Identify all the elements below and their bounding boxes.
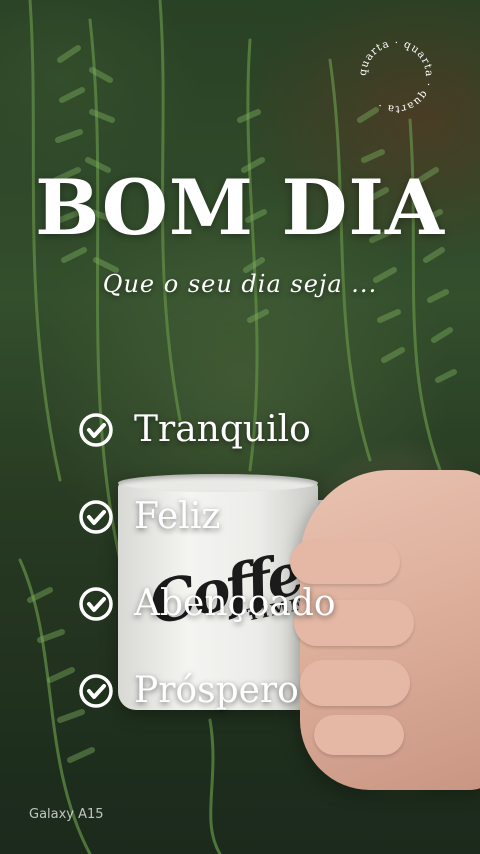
list-item: Próspero	[78, 647, 336, 734]
check-circle-icon	[79, 412, 113, 447]
list-item-label: Feliz	[134, 496, 221, 537]
list-item: Abençoado	[78, 560, 336, 647]
svg-text:quarta · quarta · quarta ·: quarta · quarta · quarta ·	[357, 37, 435, 115]
list-item-label: Próspero	[134, 670, 299, 711]
check-circle-icon	[79, 673, 113, 708]
page-title: BOM DIA	[35, 163, 445, 252]
photo-background: Coffee TIME quarta · quarta · quarta · B…	[0, 0, 480, 854]
subtitle: Que o seu dia seja ...	[102, 270, 378, 298]
wish-list: Tranquilo Feliz Abençoado Próspero	[78, 386, 336, 734]
list-item-label: Abençoado	[134, 583, 336, 624]
check-circle-icon	[79, 499, 113, 534]
list-item: Feliz	[78, 473, 336, 560]
check-circle-icon	[79, 586, 113, 621]
list-item: Tranquilo	[78, 386, 336, 473]
list-item-label: Tranquilo	[134, 409, 311, 450]
weekday-stamp: quarta · quarta · quarta ·	[357, 37, 435, 115]
stamp-text: quarta · quarta · quarta ·	[357, 37, 434, 115]
device-watermark: Galaxy A15	[29, 807, 104, 822]
